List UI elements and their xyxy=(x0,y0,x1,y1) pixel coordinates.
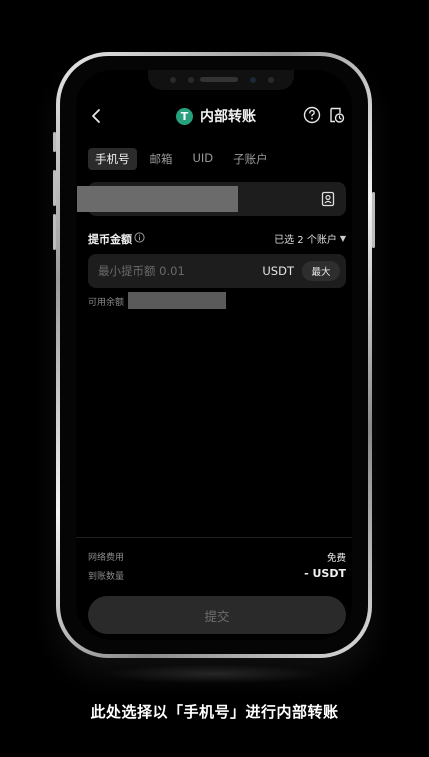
history-button[interactable] xyxy=(326,105,346,125)
phone-volume-down xyxy=(53,214,56,250)
question-circle-icon xyxy=(303,106,321,124)
network-fee-value: 免费 xyxy=(326,553,346,564)
network-fee-row: 网络费用 免费 xyxy=(88,550,346,564)
tether-coin-icon: T xyxy=(176,107,193,125)
sensor-icon xyxy=(170,77,176,83)
tab-sub-account[interactable]: 子账户 xyxy=(226,148,275,170)
recipient-input[interactable] xyxy=(77,182,346,216)
instruction-caption: 此处选择以「手机号」进行内部转账 xyxy=(90,703,339,721)
sensor-icon xyxy=(188,77,194,83)
address-book-button[interactable] xyxy=(320,191,336,207)
receive-amount-row: 到账数量 - USDT xyxy=(88,567,346,583)
chevron-left-icon xyxy=(92,109,100,123)
phone-bezel: T 内部转账 手机号 邮箱 UID 子账户 提币金额 已选 2 个账户 ▼ 最小… xyxy=(60,56,368,654)
receive-amount-value: - USDT xyxy=(304,567,346,580)
phone-power-button xyxy=(372,192,375,248)
caret-down-icon: ▼ xyxy=(339,234,346,243)
currency-unit: USDT xyxy=(262,264,294,278)
phone-volume-up xyxy=(53,170,56,206)
help-button[interactable] xyxy=(302,105,322,125)
submit-button[interactable]: 提交 xyxy=(88,596,346,634)
page-title: 内部转账 xyxy=(200,109,256,125)
record-history-icon xyxy=(330,107,345,123)
contact-book-icon xyxy=(321,191,335,207)
network-fee-label: 网络费用 xyxy=(88,553,125,563)
account-selector[interactable]: 已选 2 个账户 ▼ xyxy=(274,231,346,246)
redacted-balance xyxy=(128,292,226,309)
sensor-icon xyxy=(268,77,274,83)
redacted-phone-number xyxy=(77,186,238,212)
max-button[interactable]: 最大 xyxy=(302,261,340,281)
available-balance-label: 可用余额 xyxy=(88,297,125,308)
phone-screen: T 内部转账 手机号 邮箱 UID 子账户 提币金额 已选 2 个账户 ▼ 最小… xyxy=(76,70,352,640)
camera-icon xyxy=(250,77,256,83)
amount-label-row: 提币金额 已选 2 个账户 ▼ xyxy=(88,231,346,247)
receive-amount-label: 到账数量 xyxy=(88,572,125,582)
phone-reflection xyxy=(100,664,329,684)
info-icon[interactable] xyxy=(134,232,145,243)
back-button[interactable] xyxy=(86,105,108,127)
divider xyxy=(76,537,352,538)
account-selector-label: 已选 2 个账户 xyxy=(274,235,337,246)
recipient-type-tabs: 手机号 邮箱 UID 子账户 xyxy=(88,148,275,170)
amount-field: USDT 最大 xyxy=(88,254,346,288)
phone-mute-switch xyxy=(53,132,56,152)
title-group: T 内部转账 xyxy=(176,106,256,126)
speaker-icon xyxy=(200,77,238,82)
tab-phone[interactable]: 手机号 xyxy=(88,148,137,170)
tab-uid[interactable]: UID xyxy=(186,148,221,170)
phone-frame: T 内部转账 手机号 邮箱 UID 子账户 提币金额 已选 2 个账户 ▼ 最小… xyxy=(53,52,375,658)
phone-notch xyxy=(148,70,294,90)
tab-email[interactable]: 邮箱 xyxy=(143,148,180,170)
available-balance-row: 可用余额 xyxy=(88,292,226,310)
app-header: T 内部转账 xyxy=(76,102,352,130)
amount-input[interactable] xyxy=(98,262,248,280)
amount-label: 提币金额 xyxy=(88,233,132,246)
